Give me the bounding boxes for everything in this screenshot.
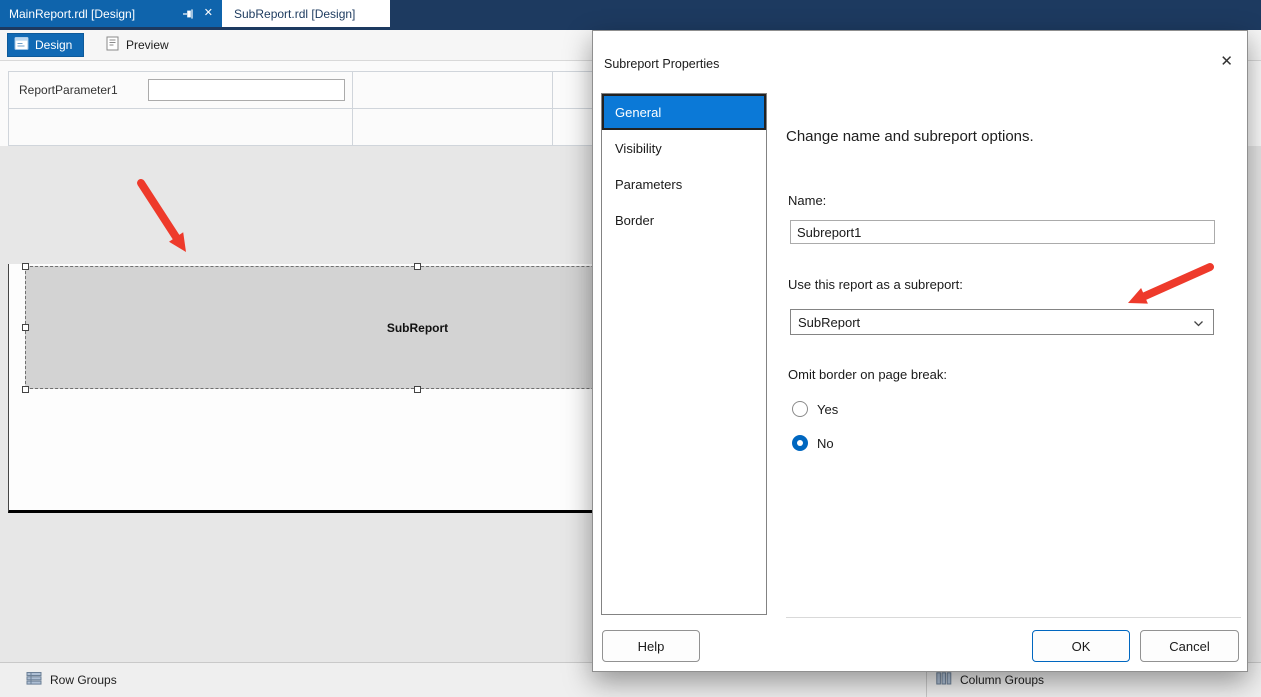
resize-handle-bottom-middle[interactable]	[414, 386, 421, 393]
tab-mainreport[interactable]: MainReport.rdl [Design] ✕	[0, 0, 222, 27]
design-view-button[interactable]: Design	[7, 33, 85, 57]
tab-subreport[interactable]: SubReport.rdl [Design]	[222, 0, 390, 27]
dialog-title: Subreport Properties	[604, 57, 720, 71]
preview-view-button[interactable]: Preview	[97, 33, 177, 57]
column-groups-icon	[936, 672, 952, 688]
parameter-grid-cell	[353, 72, 553, 109]
close-icon[interactable]: ✕	[1220, 54, 1233, 69]
close-icon[interactable]: ✕	[201, 7, 216, 20]
preview-button-label: Preview	[126, 38, 169, 52]
nav-item-general[interactable]: General	[602, 94, 766, 130]
resize-handle-left-middle[interactable]	[22, 324, 29, 331]
design-icon	[14, 36, 29, 54]
radio-no-label: No	[817, 435, 834, 451]
resize-handle-top-left[interactable]	[22, 263, 29, 270]
row-groups-label: Row Groups	[50, 673, 117, 687]
parameter-grid-cell	[353, 109, 553, 146]
row-groups-icon	[26, 672, 42, 688]
subreport-label: SubReport	[386, 320, 449, 335]
resize-handle-bottom-left[interactable]	[22, 386, 29, 393]
cancel-button[interactable]: Cancel	[1140, 630, 1239, 662]
parameter-name-label: ReportParameter1	[19, 83, 118, 97]
chevron-down-icon	[1193, 315, 1204, 330]
name-input[interactable]	[790, 220, 1215, 244]
row-groups-header: Row Groups	[26, 663, 117, 697]
radio-selected-icon	[792, 435, 808, 451]
use-report-label: Use this report as a subreport:	[788, 277, 963, 292]
arrow-to-subreport	[137, 179, 186, 252]
nav-item-border[interactable]: Border	[602, 202, 766, 238]
pin-icon[interactable]	[182, 8, 194, 20]
parameter-value-input[interactable]	[148, 79, 345, 101]
name-label: Name:	[788, 193, 827, 208]
report-designer-window: MainReport.rdl [Design] ✕ SubReport.rdl …	[0, 0, 1261, 697]
dialog-description: Change name and subreport options.	[786, 128, 1034, 145]
content-separator	[786, 617, 1241, 618]
tab-subreport-label: SubReport.rdl [Design]	[234, 6, 356, 21]
nav-item-parameters[interactable]: Parameters	[602, 166, 766, 202]
column-groups-label: Column Groups	[960, 673, 1045, 687]
radio-no[interactable]: No	[792, 435, 834, 451]
design-button-label: Design	[35, 38, 73, 52]
ok-button[interactable]: OK	[1032, 630, 1130, 662]
radio-unselected-icon	[792, 401, 808, 417]
radio-yes[interactable]: Yes	[792, 401, 838, 417]
preview-icon	[105, 36, 120, 54]
help-button[interactable]: Help	[602, 630, 700, 662]
tab-mainreport-label: MainReport.rdl [Design]	[9, 6, 136, 21]
dialog-nav-list: General Visibility Parameters Border	[601, 93, 767, 615]
combobox-value: SubReport	[798, 314, 861, 330]
subreport-combobox[interactable]: SubReport	[790, 309, 1214, 335]
document-tab-bar: MainReport.rdl [Design] ✕ SubReport.rdl …	[0, 0, 1261, 30]
parameter-grid-cell	[9, 109, 353, 146]
radio-yes-label: Yes	[817, 401, 839, 417]
nav-item-visibility[interactable]: Visibility	[602, 130, 766, 166]
subreport-properties-dialog: Subreport Properties ✕ General Visibilit…	[592, 30, 1248, 672]
parameter-cell: ReportParameter1	[9, 72, 353, 109]
resize-handle-top-middle[interactable]	[414, 263, 421, 270]
omit-border-label: Omit border on page break:	[788, 367, 947, 382]
